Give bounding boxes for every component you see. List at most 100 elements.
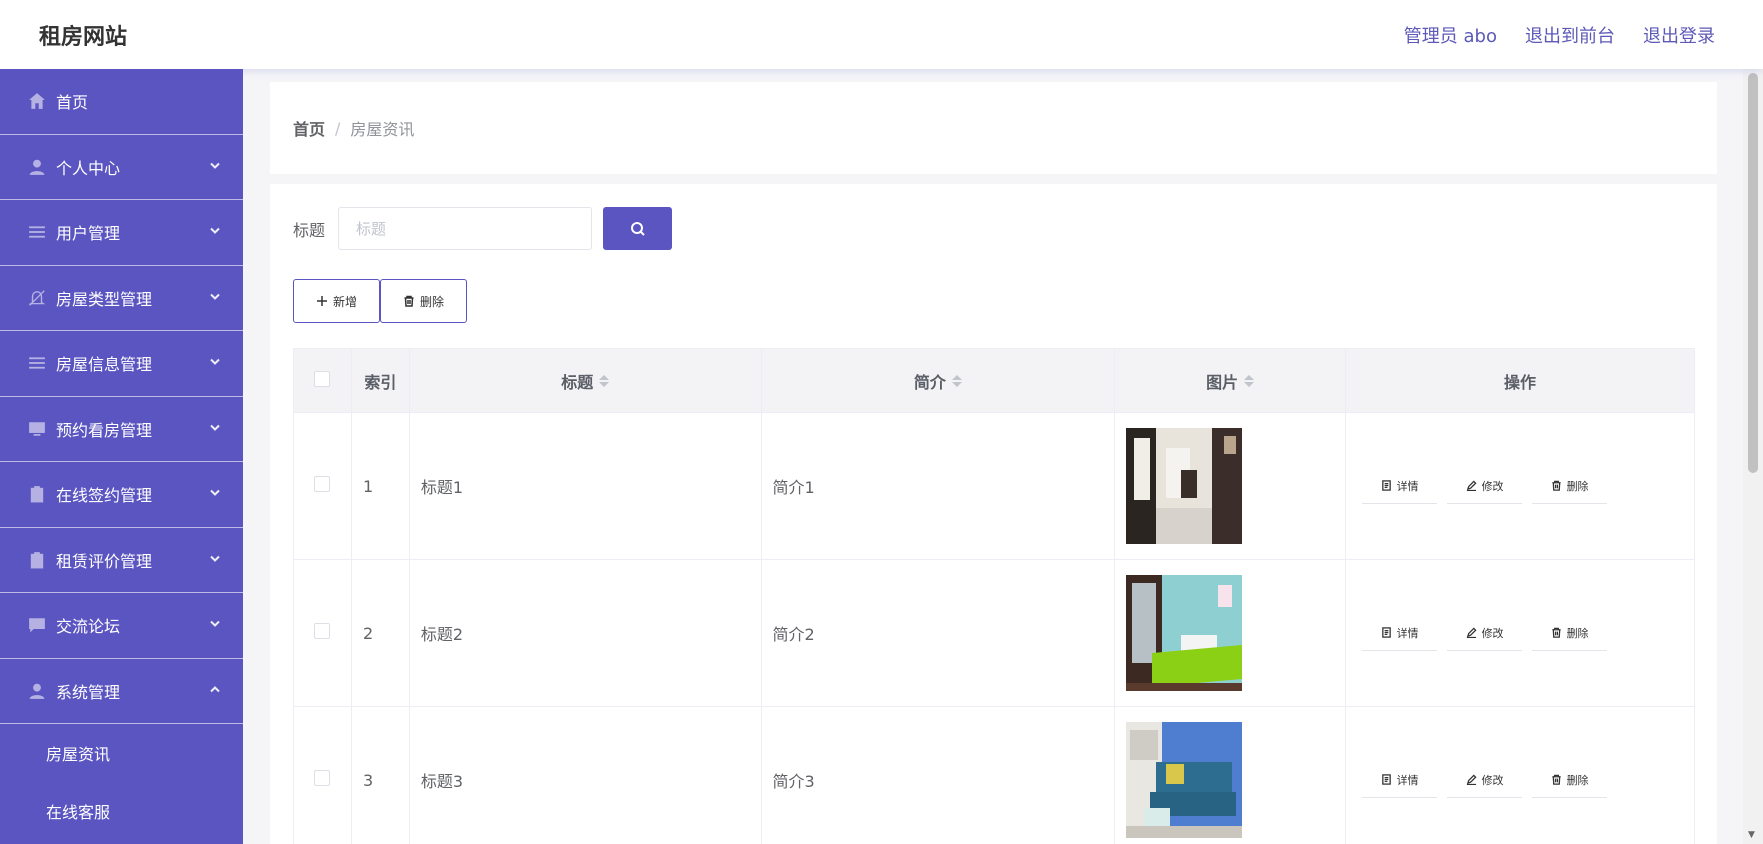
row-delete-button[interactable]: 删除 <box>1532 468 1608 504</box>
edit-button-label: 修改 <box>1481 480 1504 493</box>
sidebar-item-online-contract[interactable]: 在线签约管理 <box>0 462 243 528</box>
batch-delete-button[interactable]: 删除 <box>380 279 468 323</box>
sort-caret-icon[interactable] <box>599 374 610 387</box>
row-delete-button[interactable]: 删除 <box>1532 615 1608 651</box>
chevron-down-icon <box>209 356 221 371</box>
row-image-cell <box>1114 412 1347 560</box>
sidebar-item-user-management[interactable]: 用户管理 <box>0 200 243 266</box>
back-to-front-link[interactable]: 退出到前台 <box>1525 22 1615 48</box>
bell-off-icon <box>28 289 46 307</box>
add-button-label: 新增 <box>333 294 358 309</box>
admin-user-label: 管理员 abo <box>1403 25 1497 47</box>
column-header-title[interactable]: 标题 <box>408 348 762 413</box>
sidebar-item-label: 租赁评价管理 <box>56 551 153 571</box>
sidebar-subitem-house-news[interactable]: 房屋资讯 <box>0 724 243 782</box>
title-search-input[interactable] <box>338 207 593 250</box>
row-index: 3 <box>350 706 410 844</box>
row-ops-cell: 详情 修改 删除 <box>1345 706 1695 844</box>
sidebar-item-personal-center[interactable]: 个人中心 <box>0 135 243 200</box>
detail-button[interactable]: 详情 <box>1362 762 1438 798</box>
sidebar-item-label: 预约看房管理 <box>56 420 153 440</box>
sidebar-item-label: 系统管理 <box>56 682 121 702</box>
logout-link[interactable]: 退出登录 <box>1643 22 1715 48</box>
row-image-cell <box>1114 559 1347 707</box>
plus-icon <box>317 296 327 306</box>
main-content: 首页 / 房屋资讯 标题 新增 删除 <box>243 69 1743 844</box>
chevron-down-icon <box>209 487 221 502</box>
sidebar-item-home[interactable]: 首页 <box>0 69 243 135</box>
site-brand: 租房网站 <box>39 24 128 50</box>
search-button[interactable] <box>603 207 673 250</box>
search-label: 标题 <box>293 220 326 240</box>
add-button[interactable]: 新增 <box>293 279 381 323</box>
trash-icon <box>404 295 414 307</box>
detail-button[interactable]: 详情 <box>1362 615 1438 651</box>
row-select-cell <box>293 412 352 560</box>
row-select-cell <box>293 706 352 844</box>
breadcrumb-current: 房屋资讯 <box>350 120 415 139</box>
sidebar-item-label: 首页 <box>56 93 89 113</box>
delete-button-label: 删除 <box>420 294 445 309</box>
chevron-down-icon <box>209 552 221 567</box>
news-table: 索引 标题 简介 图片 操作 1 标题1 简介1 详情 修改 删除 2 标题2 … <box>293 348 1695 844</box>
header-links: 管理员 abo 退出到前台 退出登录 <box>1404 22 1715 48</box>
search-bar: 标题 <box>293 207 673 250</box>
row-delete-button-label: 删除 <box>1566 774 1589 787</box>
sort-caret-icon[interactable] <box>951 374 962 387</box>
row-checkbox[interactable] <box>314 770 331 786</box>
action-toolbar: 新增 删除 <box>293 279 468 323</box>
page-scrollbar[interactable]: ▼ <box>1743 69 1763 844</box>
row-index: 1 <box>350 412 410 560</box>
column-header-index: 索引 <box>350 348 410 413</box>
home-icon <box>28 92 46 110</box>
column-header-image-label: 图片 <box>1206 372 1239 392</box>
edit-icon <box>1466 774 1477 785</box>
document-icon <box>1381 774 1391 785</box>
sort-caret-icon[interactable] <box>1244 374 1255 387</box>
edit-button-label: 修改 <box>1481 627 1504 640</box>
row-checkbox[interactable] <box>314 623 331 639</box>
table-header-row: 索引 标题 简介 图片 操作 <box>293 348 1695 413</box>
row-title: 标题1 <box>408 412 762 560</box>
chat-icon <box>28 616 46 634</box>
row-ops-cell: 详情 修改 删除 <box>1345 412 1695 560</box>
detail-button-label: 详情 <box>1396 774 1419 787</box>
breadcrumb-home[interactable]: 首页 <box>293 116 325 140</box>
sidebar-item-house-info[interactable]: 房屋信息管理 <box>0 331 243 397</box>
edit-button[interactable]: 修改 <box>1447 468 1523 504</box>
chevron-down-icon <box>209 618 221 633</box>
sidebar-item-house-type[interactable]: 房屋类型管理 <box>0 266 243 331</box>
row-ops-cell: 详情 修改 删除 <box>1345 559 1695 707</box>
scrollbar-thumb[interactable] <box>1748 73 1758 473</box>
row-intro: 简介3 <box>760 706 1116 844</box>
detail-button-label: 详情 <box>1396 627 1419 640</box>
row-delete-button-label: 删除 <box>1566 480 1589 493</box>
chevron-up-icon <box>209 683 221 698</box>
select-all-checkbox[interactable] <box>314 370 331 387</box>
scroll-down-arrow-icon[interactable]: ▼ <box>1748 830 1755 840</box>
sidebar-item-label: 交流论坛 <box>56 617 121 637</box>
living-room-photo <box>1126 722 1243 838</box>
sidebar-item-viewing-appointment[interactable]: 预约看房管理 <box>0 397 243 462</box>
sidebar-item-rental-review[interactable]: 租赁评价管理 <box>0 528 243 593</box>
chevron-down-icon <box>209 290 221 305</box>
sidebar-item-system-management[interactable]: 系统管理 <box>0 659 243 724</box>
select-all-cell <box>293 348 352 413</box>
trash-icon <box>1551 774 1561 785</box>
clipboard-icon <box>28 485 46 503</box>
sidebar-item-label: 房屋信息管理 <box>56 355 153 375</box>
edit-button[interactable]: 修改 <box>1447 762 1523 798</box>
detail-button[interactable]: 详情 <box>1362 468 1438 504</box>
row-title: 标题2 <box>408 559 762 707</box>
sidebar-subitem-online-service[interactable]: 在线客服 <box>0 782 243 840</box>
column-header-title-label: 标题 <box>561 372 594 392</box>
column-header-image[interactable]: 图片 <box>1114 348 1347 413</box>
column-header-intro[interactable]: 简介 <box>760 348 1116 413</box>
sidebar-item-label: 在线签约管理 <box>56 486 153 506</box>
row-delete-button[interactable]: 删除 <box>1532 762 1608 798</box>
edit-button[interactable]: 修改 <box>1447 615 1523 651</box>
sidebar-item-label: 用户管理 <box>56 224 121 244</box>
row-checkbox[interactable] <box>314 476 331 492</box>
trash-icon <box>1551 627 1561 638</box>
sidebar-item-forum[interactable]: 交流论坛 <box>0 593 243 659</box>
